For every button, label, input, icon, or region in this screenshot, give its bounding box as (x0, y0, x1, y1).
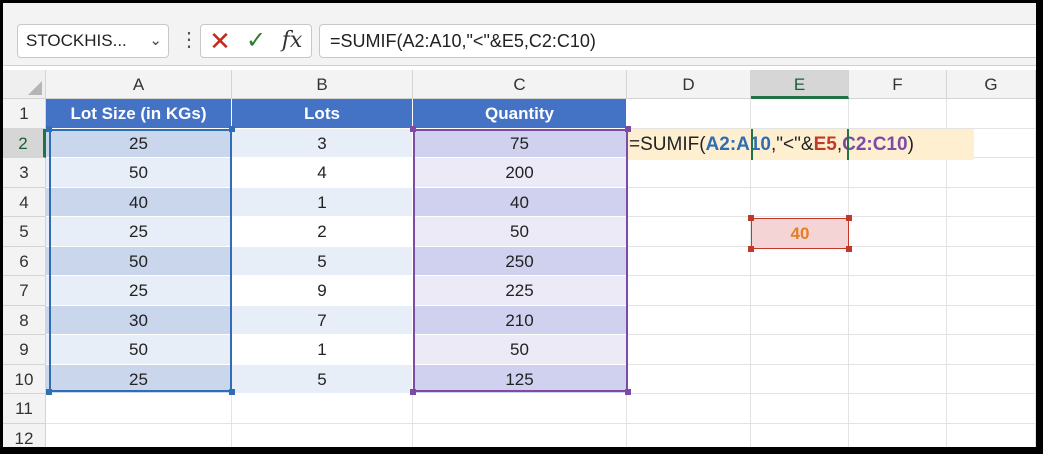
column-header-a[interactable]: A (46, 70, 232, 99)
column-header-e[interactable]: E (751, 70, 849, 99)
range-handle[interactable] (846, 215, 852, 221)
row-header-12[interactable]: 12 (3, 423, 46, 447)
column-header-d[interactable]: D (627, 70, 751, 99)
formula-ref-c: C2:C10 (842, 134, 908, 155)
cell-b5[interactable]: 2 (232, 217, 413, 247)
range-handle[interactable] (46, 389, 52, 395)
cell-c3[interactable]: 200 (413, 158, 627, 188)
cell-a3[interactable]: 50 (46, 158, 232, 188)
cell-c2[interactable]: 75 (413, 128, 627, 158)
name-box[interactable]: STOCKHIS... ⌄ (17, 24, 169, 58)
cell-a7[interactable]: 25 (46, 276, 232, 306)
formula-prefix: =SUMIF( (629, 134, 706, 155)
name-box-value: STOCKHIS... (26, 31, 127, 50)
row-header-4[interactable]: 4 (3, 187, 46, 217)
range-handle[interactable] (625, 126, 631, 132)
cell-b4[interactable]: 1 (232, 187, 413, 217)
cell-b8[interactable]: 7 (232, 305, 413, 335)
column-header-b[interactable]: B (232, 70, 413, 99)
range-handle[interactable] (410, 389, 416, 395)
range-handle[interactable] (46, 126, 52, 132)
cell-c9[interactable]: 50 (413, 335, 627, 365)
row-header-7[interactable]: 7 (3, 276, 46, 306)
cell-c8[interactable]: 210 (413, 305, 627, 335)
cell-a8[interactable]: 30 (46, 305, 232, 335)
range-handle[interactable] (410, 126, 416, 132)
range-handle[interactable] (748, 246, 754, 252)
cell-b9[interactable]: 1 (232, 335, 413, 365)
cell-c4[interactable]: 40 (413, 187, 627, 217)
cell-c5[interactable]: 50 (413, 217, 627, 247)
range-handle[interactable] (625, 389, 631, 395)
checkmark-icon[interactable]: ✓ (239, 25, 273, 57)
insert-function-button[interactable]: fx (275, 25, 309, 57)
row-header-10[interactable]: 10 (3, 364, 46, 394)
vertical-ellipsis-icon[interactable]: ⋮ (179, 25, 199, 55)
cell-a5[interactable]: 25 (46, 217, 232, 247)
range-handle[interactable] (229, 126, 235, 132)
formula-suffix: ) (907, 134, 914, 155)
cell-b2[interactable]: 3 (232, 128, 413, 158)
cell-a9[interactable]: 50 (46, 335, 232, 365)
chevron-down-icon[interactable]: ⌄ (149, 25, 162, 57)
spreadsheet-grid: ABCDEFG 1 2 3 4 5 6 7 8 9 10 11 12 Lot Size (in KGs… (3, 70, 1036, 447)
row-header-3[interactable]: 3 (3, 158, 46, 188)
cell-b10[interactable]: 5 (232, 364, 413, 394)
cell-b6[interactable]: 5 (232, 246, 413, 276)
formula-ref-a: A2:A10 (705, 134, 772, 155)
formula-ref-e: E5 (813, 134, 837, 155)
cell-a6[interactable]: 50 (46, 246, 232, 276)
column-header-f[interactable]: F (849, 70, 947, 99)
close-icon[interactable]: ✕ (203, 25, 237, 57)
cell-c7[interactable]: 225 (413, 276, 627, 306)
column-header-g[interactable]: G (947, 70, 1036, 99)
select-all-button[interactable] (3, 70, 46, 99)
row-header-5[interactable]: 5 (3, 217, 46, 247)
cell-a4[interactable]: 40 (46, 187, 232, 217)
cell-c6[interactable]: 250 (413, 246, 627, 276)
cell-e5[interactable]: 40 (751, 218, 849, 249)
formula-input[interactable]: =SUMIF(A2:A10,"<"&E5,C2:C10) (319, 24, 1036, 58)
column-header-c[interactable]: C (413, 70, 627, 99)
cell-b3[interactable]: 4 (232, 158, 413, 188)
row-header-1[interactable]: 1 (3, 99, 46, 129)
range-handle[interactable] (229, 389, 235, 395)
cell-c10[interactable]: 125 (413, 364, 627, 394)
range-handle[interactable] (846, 246, 852, 252)
cell-b7[interactable]: 9 (232, 276, 413, 306)
excel-window: STOCKHIS... ⌄ ⋮ ✕ ✓ fx =SUMIF(A2:A10,"<"… (3, 3, 1036, 447)
formula-sep-1: ,"<"& (771, 134, 814, 155)
gridline (1035, 99, 1036, 447)
formula-buttons: ✕ ✓ fx (200, 24, 312, 58)
table-header-b[interactable]: Lots (232, 99, 413, 129)
table-header-c[interactable]: Quantity (413, 99, 627, 129)
table-header-a[interactable]: Lot Size (in KGs) (46, 99, 232, 129)
formula-bar-area: STOCKHIS... ⌄ ⋮ ✕ ✓ fx =SUMIF(A2:A10,"<"… (3, 3, 1036, 66)
in-cell-formula-editor[interactable]: =SUMIF(A2:A10,"<"&E5,C2:C10) (627, 129, 974, 160)
row-header-9[interactable]: 9 (3, 335, 46, 365)
row-header-11[interactable]: 11 (3, 394, 46, 424)
row-header-8[interactable]: 8 (3, 305, 46, 335)
cell-a10[interactable]: 25 (46, 364, 232, 394)
row-header-6[interactable]: 6 (3, 246, 46, 276)
cell-a2[interactable]: 25 (46, 128, 232, 158)
row-header-2[interactable]: 2 (3, 128, 46, 158)
range-handle[interactable] (748, 215, 754, 221)
gridline (46, 422, 1036, 424)
